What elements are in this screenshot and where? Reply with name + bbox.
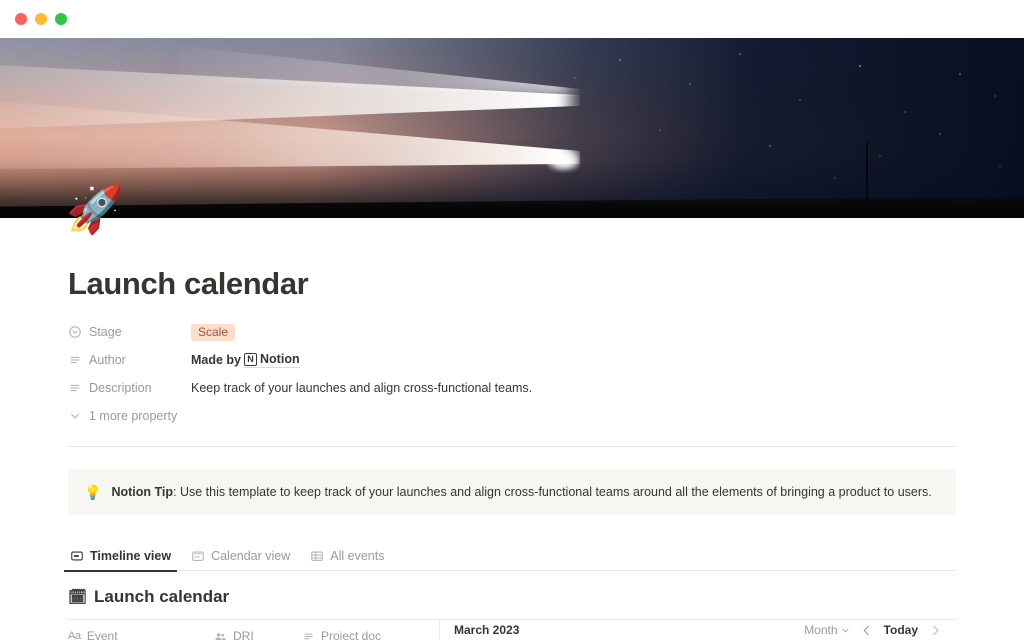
timeline-table-pane: Aa Event DRI Project doc	[68, 620, 440, 640]
property-name-stage: Stage	[89, 325, 122, 339]
person-icon	[215, 632, 226, 640]
timeline-icon	[71, 551, 83, 561]
notion-mention-link[interactable]: N Notion	[244, 352, 300, 368]
chevron-left-icon	[863, 625, 869, 635]
window-titlebar	[0, 0, 1024, 38]
status-badge-scale: Scale	[191, 323, 236, 341]
text-icon	[70, 384, 80, 392]
database-title[interactable]: 🗓 Launch calendar	[68, 587, 956, 607]
property-value-author[interactable]: Made by N Notion	[191, 352, 300, 368]
timeline-prev-button[interactable]	[858, 621, 876, 639]
callout-text: Notion Tip: Use this template to keep tr…	[111, 483, 931, 501]
property-label-author: Author	[68, 353, 191, 367]
timeline-nav-controls: Month Today	[800, 621, 944, 639]
tab-label-timeline: Timeline view	[90, 548, 172, 563]
timeline-table-header: Aa Event DRI Project doc	[68, 620, 439, 640]
property-value-stage[interactable]: Scale	[191, 323, 236, 341]
title-icon: Aa	[68, 630, 81, 640]
chevron-down-icon	[842, 628, 849, 633]
maximize-window-button[interactable]	[55, 13, 67, 25]
minimize-window-button[interactable]	[35, 13, 47, 25]
property-label-description: Description	[68, 381, 191, 395]
column-label-project-doc: Project doc	[321, 629, 382, 640]
timeline-calendar-pane: March 2023 Month Today	[440, 620, 956, 640]
notion-tip-callout: 💡 Notion Tip: Use this template to keep …	[68, 469, 956, 516]
timeline-toolbar: March 2023 Month Today	[440, 620, 956, 640]
notion-logo-icon: N	[244, 352, 258, 366]
rocket-engine-glow	[545, 150, 579, 172]
property-name-author: Author	[89, 353, 126, 367]
property-row-description[interactable]: Description Keep track of your launches …	[68, 374, 956, 402]
timeline-scale-label: Month	[804, 623, 838, 638]
column-header-event[interactable]: Aa Event	[68, 629, 214, 640]
window-traffic-lights	[15, 13, 67, 25]
chevron-right-icon	[932, 625, 939, 635]
callout-bold-prefix: Notion Tip	[111, 485, 173, 499]
timeline-scale-select[interactable]: Month	[800, 621, 853, 639]
property-name-description: Description	[89, 381, 152, 395]
text-icon	[70, 356, 80, 364]
page-emoji-icon[interactable]: 🚀	[66, 186, 123, 232]
column-label-dri: DRI	[233, 629, 254, 640]
property-label-stage: Stage	[68, 325, 191, 339]
calendar-icon	[192, 551, 204, 561]
tab-label-all-events: All events	[330, 548, 385, 563]
callout-body-text: : Use this template to keep track of you…	[173, 485, 932, 499]
column-header-project-doc[interactable]: Project doc	[302, 629, 395, 640]
tab-all-events[interactable]: All events	[308, 541, 386, 571]
page-title: Launch calendar	[68, 266, 309, 301]
column-label-event: Event	[86, 629, 118, 640]
chevron-down-icon	[71, 413, 79, 419]
column-header-dri[interactable]: DRI	[214, 629, 302, 640]
tab-timeline-view[interactable]: Timeline view	[63, 541, 178, 572]
more-properties-label: 1 more property	[89, 409, 178, 423]
section-divider	[68, 446, 956, 447]
property-value-description[interactable]: Keep track of your launches and align cr…	[191, 381, 532, 395]
notion-mention-label: Notion	[260, 352, 300, 366]
page-content: 🚀 Launch calendar Stage Scale Author Mad…	[0, 186, 1024, 640]
timeline-today-button[interactable]: Today	[880, 621, 922, 639]
view-tabs: Timeline view Calendar view All events	[63, 541, 956, 572]
page-properties: Stage Scale Author Made by N Notion Desc…	[68, 318, 956, 430]
tab-calendar-view[interactable]: Calendar view	[189, 541, 292, 571]
cover-pole-silhouette	[866, 142, 868, 204]
lightbulb-icon: 💡	[84, 484, 102, 500]
author-prefix-text: Made by	[191, 353, 242, 367]
database-title-label: Launch calendar	[94, 587, 230, 607]
tab-label-calendar: Calendar view	[211, 548, 291, 563]
text-icon	[304, 633, 313, 639]
property-row-stage[interactable]: Stage Scale	[68, 318, 956, 346]
select-icon	[69, 326, 81, 338]
calendar-emoji-icon: 🗓	[68, 589, 88, 607]
more-properties-toggle[interactable]: 1 more property	[68, 402, 956, 430]
page-cover-image[interactable]	[0, 38, 1024, 218]
table-icon	[311, 551, 324, 561]
timeline-view: Aa Event DRI Project doc March 2023 Mont…	[68, 619, 956, 640]
property-row-author[interactable]: Author Made by N Notion	[68, 346, 956, 374]
close-window-button[interactable]	[15, 13, 27, 25]
timeline-month-label: March 2023	[454, 623, 520, 638]
timeline-next-button[interactable]	[926, 621, 944, 639]
